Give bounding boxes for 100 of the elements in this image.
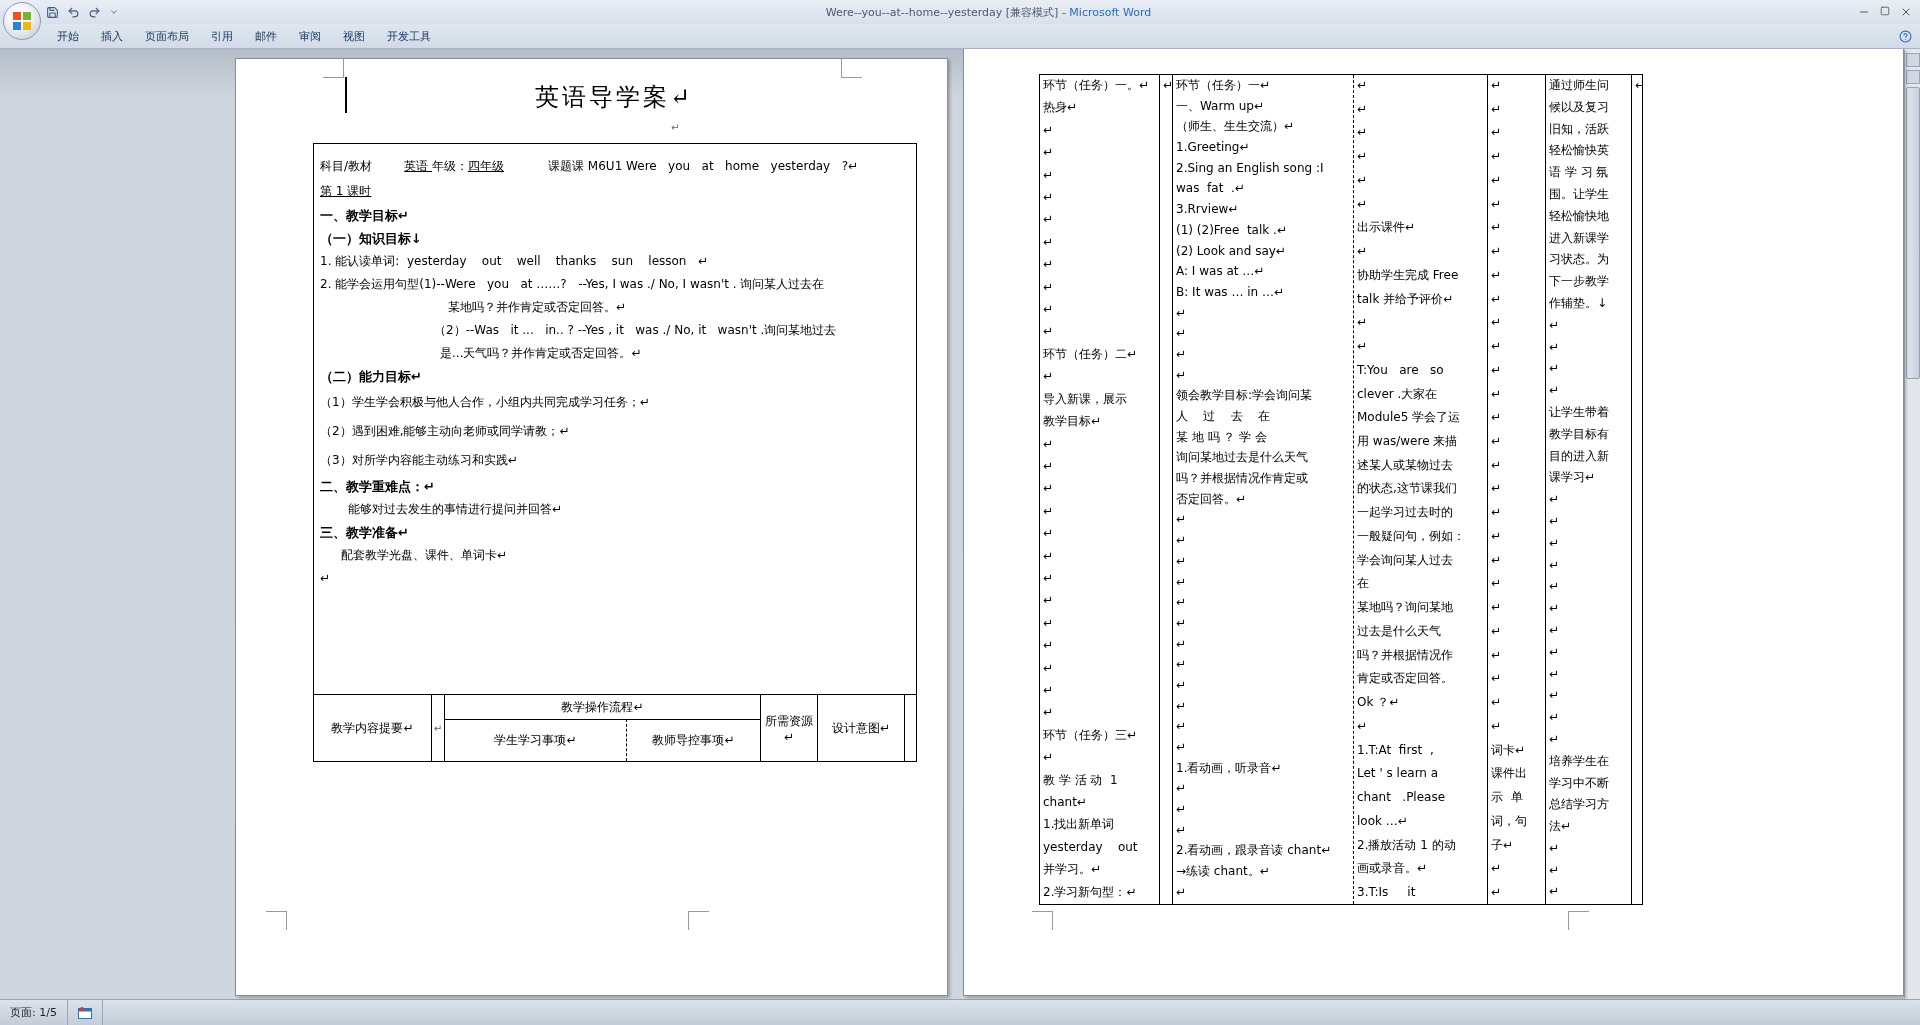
- ribbon-tab[interactable]: 开始: [48, 25, 88, 47]
- table-cell-text: 述某人或某物过去: [1357, 456, 1454, 473]
- help-icon[interactable]: [1899, 29, 1912, 43]
- paragraph: 是...天气吗？并作肯定或否定回答。↵: [439, 345, 643, 362]
- table-cell-text: ↵: [1043, 278, 1055, 295]
- save-icon[interactable]: [46, 5, 59, 19]
- table-cell-text: clever .大家在: [1357, 385, 1439, 402]
- ribbon-tab[interactable]: 引用: [202, 25, 242, 47]
- table-cell-text: ↵: [1176, 676, 1188, 693]
- table-cell-text: 课学习↵: [1549, 469, 1597, 486]
- table-cell-text: ↵: [1549, 709, 1561, 726]
- table-cell-text: ↵: [1549, 316, 1561, 333]
- ribbon-tab[interactable]: 邮件: [246, 25, 286, 47]
- table-cell-text: ↵: [1357, 195, 1369, 212]
- table-cell-text: ↵: [1491, 551, 1503, 568]
- customize-icon[interactable]: [109, 7, 119, 17]
- table-cell-text: ↵: [1176, 739, 1188, 755]
- redo-icon[interactable]: [88, 5, 101, 19]
- table-cell-text: 一、Warm up↵: [1176, 97, 1265, 114]
- section-heading: 三、教学准备↵: [320, 524, 410, 542]
- table-cell-text: ↵: [1549, 665, 1561, 682]
- table-cell-text: talk 并给予评价↵: [1357, 290, 1455, 307]
- paragraph: 1. 能认读单词: yesterday out well thanks sun lesson ↵: [320, 253, 709, 270]
- table-cell-text: ↵: [1491, 219, 1503, 236]
- table-cell-text: 环节（任务）二↵: [1043, 345, 1139, 362]
- table-cell-text: ↵: [1043, 569, 1055, 586]
- table-cell-text: ↵: [1491, 409, 1503, 426]
- table-cell-text: 学会询问某人过去: [1357, 551, 1454, 568]
- scrollbar[interactable]: [1904, 49, 1920, 999]
- undo-icon[interactable]: [67, 5, 80, 19]
- paragraph: 某地吗？并作肯定或否定回答。↵: [447, 299, 628, 316]
- office-button[interactable]: [3, 2, 41, 40]
- document-check-icon[interactable]: [77, 1006, 92, 1019]
- crop-mark: [688, 911, 709, 930]
- table-cell-text: ↵: [1491, 527, 1503, 544]
- table-cell-text: ↵: [1176, 345, 1188, 362]
- table-cell-text: ↵: [1176, 635, 1188, 652]
- table-cell-text: ↵: [1491, 385, 1503, 402]
- table-cell-text: ↵: [1491, 646, 1503, 663]
- topic-text: 课题课 M6U1 Were you at home yesterday ?↵: [548, 158, 859, 175]
- table-cell-text: 语 学 习 氛: [1549, 164, 1610, 181]
- table-cell-text: ↵: [1491, 504, 1503, 521]
- table-cell-text: 人 过 去 在: [1176, 408, 1271, 424]
- table-cell-text: 进入新课学: [1549, 229, 1610, 246]
- table-cell-text: 习状态。为: [1549, 251, 1610, 268]
- table-cell-text: ↵: [1491, 361, 1503, 378]
- table-cell-text: ↵: [1549, 491, 1561, 508]
- table-cell-text: 词卡↵: [1491, 741, 1527, 758]
- table-cell-text: 吗？并根据情况作肯定或: [1176, 470, 1309, 487]
- ribbon-tab[interactable]: 审阅: [290, 25, 330, 47]
- table-cell-text: ↵: [1491, 314, 1503, 331]
- close-icon[interactable]: [1900, 6, 1912, 18]
- table-cell-text: chant↵: [1043, 794, 1088, 810]
- paragraph: 配套教学光盘、课件、单词卡↵: [340, 547, 509, 564]
- table-cell-text: ↵: [1491, 290, 1503, 307]
- table-cell-text: chant .Please: [1357, 789, 1447, 806]
- crop-mark: [1568, 911, 1589, 930]
- table-cell-text: ↵: [1043, 144, 1055, 161]
- text-cursor: [345, 77, 347, 113]
- table-cell-text: T:You are so: [1357, 361, 1445, 378]
- table-cell-text: ↵: [1549, 512, 1561, 529]
- ribbon-tab[interactable]: 视图: [334, 25, 374, 47]
- table-cell-text: 肯定或否定回答。: [1357, 670, 1454, 687]
- table-cell-text: 的状态,这节课我们: [1357, 480, 1458, 497]
- table-cell-text: ↵: [1043, 614, 1055, 631]
- table-cell-text: ↵: [1176, 614, 1188, 631]
- paragraph: （1）学生学会积极与他人合作，小组内共同完成学习任务；↵: [320, 394, 651, 411]
- ribbon-tab[interactable]: 页面布局: [136, 25, 198, 47]
- table-cell-text: ↵: [1043, 256, 1055, 273]
- table-cell-text: A: I was at …↵: [1176, 263, 1266, 280]
- subject-value: 英语: [403, 158, 430, 175]
- section-heading: 一、教学目标↵: [320, 207, 410, 225]
- table-cell-text: (1) (2)Free talk .↵: [1176, 221, 1288, 238]
- table-cell-text: ↵: [1176, 883, 1188, 900]
- ribbon-tab[interactable]: 插入: [92, 25, 132, 47]
- table-cell-text: 3.T:Is it: [1357, 883, 1417, 900]
- table-cell-text: ↵: [1176, 697, 1188, 714]
- table-cell-text: 教学目标↵: [1043, 413, 1103, 430]
- table-cell-text: 1.T:At first ,: [1357, 741, 1435, 758]
- maximize-icon[interactable]: [1880, 6, 1890, 16]
- table-cell-text: ↵: [1549, 338, 1561, 355]
- table-cell-text: ↵: [1491, 622, 1503, 639]
- table-cell-text: ↵: [1176, 325, 1188, 342]
- ribbon-tab[interactable]: 开发工具: [378, 25, 440, 47]
- table-cell-text: 出示课件↵: [1357, 219, 1417, 236]
- table-cell-text: 1.看动画，听录音↵: [1176, 759, 1283, 776]
- scroll-up-button[interactable]: [1905, 70, 1920, 84]
- table-cell-text: 候以及复习: [1549, 98, 1610, 115]
- table-cell-text: was fat .↵: [1176, 180, 1246, 197]
- scroll-thumb[interactable]: [1905, 87, 1920, 379]
- table-cell-text: 总结学习方: [1549, 796, 1610, 813]
- table-cell-text: ↵: [1043, 592, 1055, 609]
- table-cell-text: ↵: [1043, 480, 1055, 497]
- table-cell-text: ↵: [1176, 801, 1188, 818]
- table-cell-text: 2.Sing an English song :I: [1176, 159, 1325, 176]
- table-cell-text: 吗？并根据情况作: [1357, 646, 1454, 663]
- table-cell-text: ↵: [1491, 338, 1503, 355]
- table-cell-text: ↵: [1043, 435, 1055, 452]
- paragraph: （3）对所学内容能主动练习和实践↵: [320, 452, 519, 469]
- ruler-toggle[interactable]: [1905, 53, 1920, 67]
